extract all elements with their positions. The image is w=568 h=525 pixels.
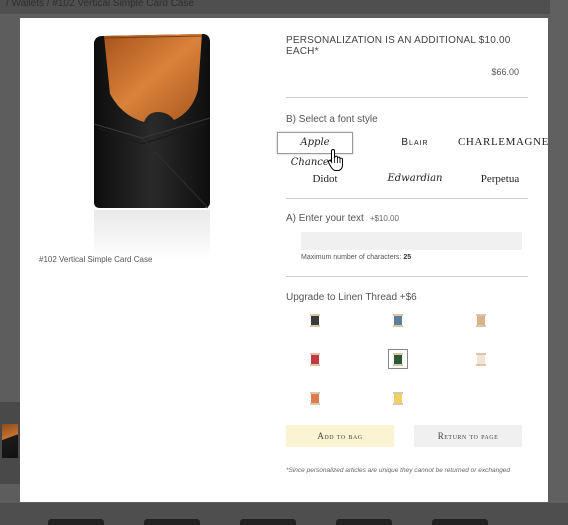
font-style-options: Apple Chancery Blair CHARLEMAGNE Didot E…: [276, 131, 548, 191]
personalization-modal: #102 Vertical Simple Card Case PERSONALI…: [20, 18, 548, 502]
thumbnail-image: [2, 424, 18, 458]
font-option-perpetua[interactable]: Perpetua: [464, 169, 536, 189]
divider: [286, 276, 528, 277]
max-characters-note: Maximum number of characters: 25: [301, 254, 411, 261]
text-entry-label: A) Enter your text: [286, 213, 364, 224]
font-style-title: B) Select a font style: [286, 114, 378, 125]
spool-icon: [476, 313, 486, 327]
product-caption: #102 Vertical Simple Card Case: [39, 255, 153, 264]
disclaimer: *Since personalized articles are unique …: [286, 467, 511, 474]
hand-pointer-icon: [327, 148, 343, 171]
background-footer: [0, 503, 568, 525]
thread-spool-orange[interactable]: [305, 388, 325, 408]
spool-icon: [310, 352, 320, 366]
price: $66.00: [491, 67, 519, 77]
add-to-bag-button[interactable]: Add to bag: [286, 425, 394, 447]
divider: [286, 97, 528, 98]
linen-thread-title: Upgrade to Linen Thread +$6: [286, 292, 417, 303]
max-characters-label: Maximum number of characters:: [301, 254, 402, 261]
font-option-edwardian[interactable]: Edwardian: [379, 169, 451, 189]
spool-icon: [393, 391, 403, 405]
thread-spool-red[interactable]: [305, 349, 325, 369]
thread-spool-dark-gray[interactable]: [305, 310, 325, 330]
thread-spool-cream[interactable]: [471, 349, 491, 369]
personalization-text-input[interactable]: [301, 232, 522, 250]
spool-icon: [476, 352, 486, 366]
font-option-blair[interactable]: Blair: [380, 133, 450, 153]
personalization-note: PERSONALIZATION IS AN ADDITIONAL $10.00 …: [286, 35, 511, 57]
return-to-page-button[interactable]: Return to page: [414, 425, 522, 447]
thread-color-options: [286, 310, 528, 410]
background-thumbnail[interactable]: [0, 402, 21, 484]
product-image: [90, 32, 214, 264]
background-right-edge: [550, 0, 568, 525]
spool-icon: [393, 313, 403, 327]
text-surcharge: +$10.00: [369, 214, 399, 223]
thread-spool-blue[interactable]: [388, 310, 408, 330]
thread-spool-green[interactable]: [388, 349, 408, 369]
font-option-charlemagne[interactable]: CHARLEMAGNE: [458, 132, 548, 152]
thread-spool-tan[interactable]: [471, 310, 491, 330]
spool-icon: [393, 352, 403, 366]
spool-icon: [310, 313, 320, 327]
spool-icon: [310, 391, 320, 405]
thread-spool-yellow[interactable]: [388, 388, 408, 408]
max-characters-value: 25: [403, 254, 412, 261]
divider: [286, 198, 528, 199]
background-breadcrumb: / Wallets / #102 Vertical Simple Card Ca…: [0, 0, 568, 14]
font-option-didot[interactable]: Didot: [300, 169, 350, 189]
text-entry-title: A) Enter your text +$10.00: [286, 213, 528, 224]
